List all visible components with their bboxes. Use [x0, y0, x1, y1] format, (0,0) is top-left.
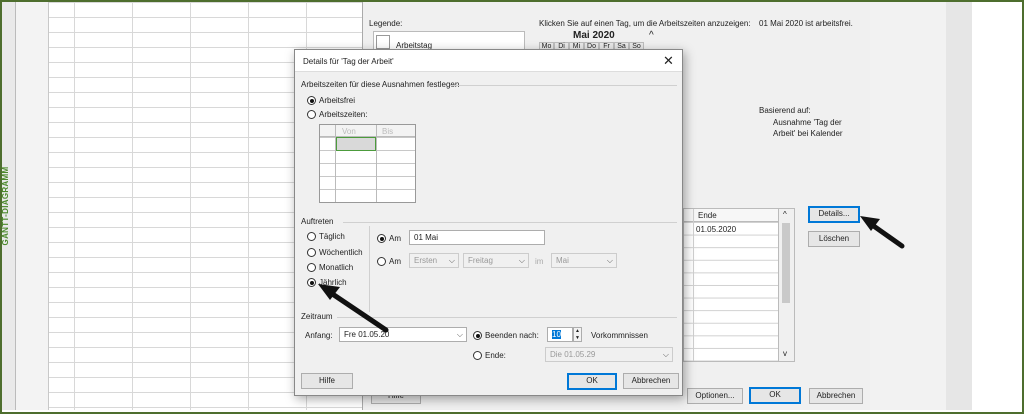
annotation-arrows [318, 216, 905, 333]
arrow-to-yearly-icon [318, 284, 389, 333]
arrow-to-details-icon [860, 216, 905, 249]
